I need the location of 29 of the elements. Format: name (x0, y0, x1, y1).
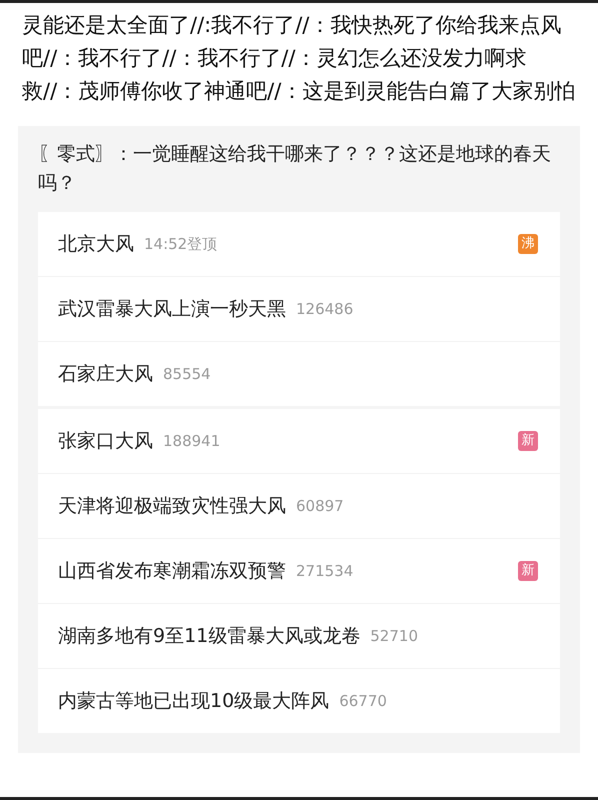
trend-title: 张家口大风 (58, 429, 153, 454)
trend-count: 188941 (163, 432, 220, 450)
trend-item[interactable]: 北京大风 14:52登顶 沸 (38, 212, 560, 276)
quote-text: 〖零式〗：一觉睡醒这给我干哪来了？？？这还是地球的春天吗？ (38, 142, 552, 196)
trend-count: 85554 (163, 365, 211, 383)
trend-count: 60897 (296, 497, 344, 515)
trend-count: 14:52登顶 (144, 234, 218, 254)
trend-title: 天津将迎极端致灾性强大风 (58, 494, 286, 519)
trend-count: 52710 (370, 627, 418, 645)
trend-count: 126486 (296, 300, 354, 318)
hot-badge: 沸 (518, 234, 538, 254)
trend-item[interactable]: 内蒙古等地已出现10级最大阵风 66770 (38, 668, 560, 733)
trend-title: 山西省发布寒潮霜冻双预警 (58, 559, 286, 584)
post-text: 灵能还是太全面了//:我不行了//：我快热死了你给我来点风吧//：我不行了//：我不行了//：灵幻怎么还没发力啊求救//：茂师傅你收了神通吧//：这是到灵能告白篇了大家别怕 (21, 12, 576, 105)
trend-item[interactable]: 武汉雷暴大风上演一秒天黑 126486 (38, 276, 560, 341)
trend-count: 66770 (339, 692, 387, 710)
new-badge: 新 (518, 561, 538, 581)
trend-item[interactable]: 石家庄大风 85554 (38, 341, 560, 406)
trend-item[interactable]: 湖南多地有9至11级雷暴大风或龙卷 52710 (38, 603, 560, 668)
trend-title: 北京大风 (58, 232, 134, 257)
trend-count: 271534 (296, 562, 354, 580)
trend-title: 湖南多地有9至11级雷暴大风或龙卷 (58, 624, 360, 649)
trend-title: 内蒙古等地已出现10级最大阵风 (58, 689, 330, 714)
trend-title: 石家庄大风 (58, 362, 153, 387)
new-badge: 新 (518, 431, 538, 451)
trend-item[interactable]: 天津将迎极端致灾性强大风 60897 (38, 473, 560, 538)
trend-item[interactable]: 张家口大风 188941 新 (38, 409, 560, 473)
trend-item[interactable]: 山西省发布寒潮霜冻双预警 271534 新 (38, 538, 560, 603)
trend-title: 武汉雷暴大风上演一秒天黑 (58, 297, 286, 322)
